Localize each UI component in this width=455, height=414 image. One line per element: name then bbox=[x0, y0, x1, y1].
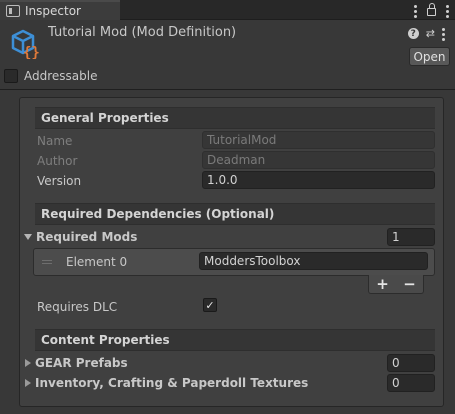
requires-dlc-label: Requires DLC bbox=[37, 300, 118, 314]
required-dependencies-header: Required Dependencies (Optional) bbox=[35, 203, 435, 225]
add-element-button[interactable]: + bbox=[376, 275, 389, 293]
inspector-icon bbox=[6, 5, 20, 17]
version-field[interactable]: 1.0.0 bbox=[202, 171, 435, 189]
list-add-remove-controls: + − bbox=[368, 275, 424, 294]
name-field: TutorialMod bbox=[202, 131, 435, 149]
textures-size-field[interactable]: 0 bbox=[387, 374, 435, 392]
drag-handle-icon[interactable] bbox=[42, 260, 52, 265]
element-0-label: Element 0 bbox=[66, 255, 128, 269]
component-menu-icon[interactable] bbox=[442, 26, 445, 41]
version-label: Version bbox=[37, 174, 82, 188]
foldout-collapsed-icon bbox=[25, 379, 31, 387]
divider bbox=[0, 89, 455, 90]
required-mods-foldout[interactable]: Required Mods bbox=[24, 230, 137, 244]
textures-label: Inventory, Crafting & Paperdoll Textures bbox=[35, 376, 309, 390]
author-label: Author bbox=[37, 154, 78, 168]
foldout-collapsed-icon bbox=[25, 359, 31, 367]
name-label: Name bbox=[37, 134, 73, 148]
svg-text:{}: {} bbox=[23, 45, 40, 59]
open-button[interactable]: Open bbox=[409, 47, 450, 66]
scriptable-object-icon: {} bbox=[11, 29, 40, 59]
preset-icon[interactable]: ⇄ bbox=[426, 27, 435, 40]
tab-menu-icon[interactable] bbox=[446, 3, 449, 18]
required-mods-label: Required Mods bbox=[36, 230, 138, 244]
requires-dlc-checkbox[interactable]: ✓ bbox=[203, 298, 217, 312]
tab-bar: Inspector bbox=[0, 0, 455, 20]
lock-icon[interactable] bbox=[427, 3, 436, 16]
author-field: Deadman bbox=[202, 151, 435, 169]
remove-element-button[interactable]: − bbox=[403, 275, 416, 293]
required-mods-size-field[interactable]: 1 bbox=[387, 228, 435, 246]
help-icon[interactable]: ? bbox=[407, 28, 419, 39]
content-properties-header: Content Properties bbox=[35, 329, 435, 351]
tab-inspector[interactable]: Inspector bbox=[0, 0, 120, 20]
more-options-icon[interactable] bbox=[414, 3, 417, 18]
gear-prefabs-foldout[interactable]: GEAR Prefabs bbox=[25, 356, 128, 370]
foldout-expanded-icon bbox=[24, 234, 32, 240]
textures-foldout[interactable]: Inventory, Crafting & Paperdoll Textures bbox=[25, 376, 308, 390]
tab-inspector-label: Inspector bbox=[25, 4, 81, 18]
general-properties-header: General Properties bbox=[35, 107, 435, 129]
element-0-field[interactable]: ModdersToolbox bbox=[199, 252, 428, 270]
gear-prefabs-label: GEAR Prefabs bbox=[35, 356, 128, 370]
page-title: Tutorial Mod (Mod Definition) bbox=[48, 25, 237, 40]
gear-prefabs-size-field[interactable]: 0 bbox=[387, 354, 435, 372]
addressable-label: Addressable bbox=[24, 69, 98, 83]
addressable-checkbox[interactable] bbox=[4, 69, 18, 83]
